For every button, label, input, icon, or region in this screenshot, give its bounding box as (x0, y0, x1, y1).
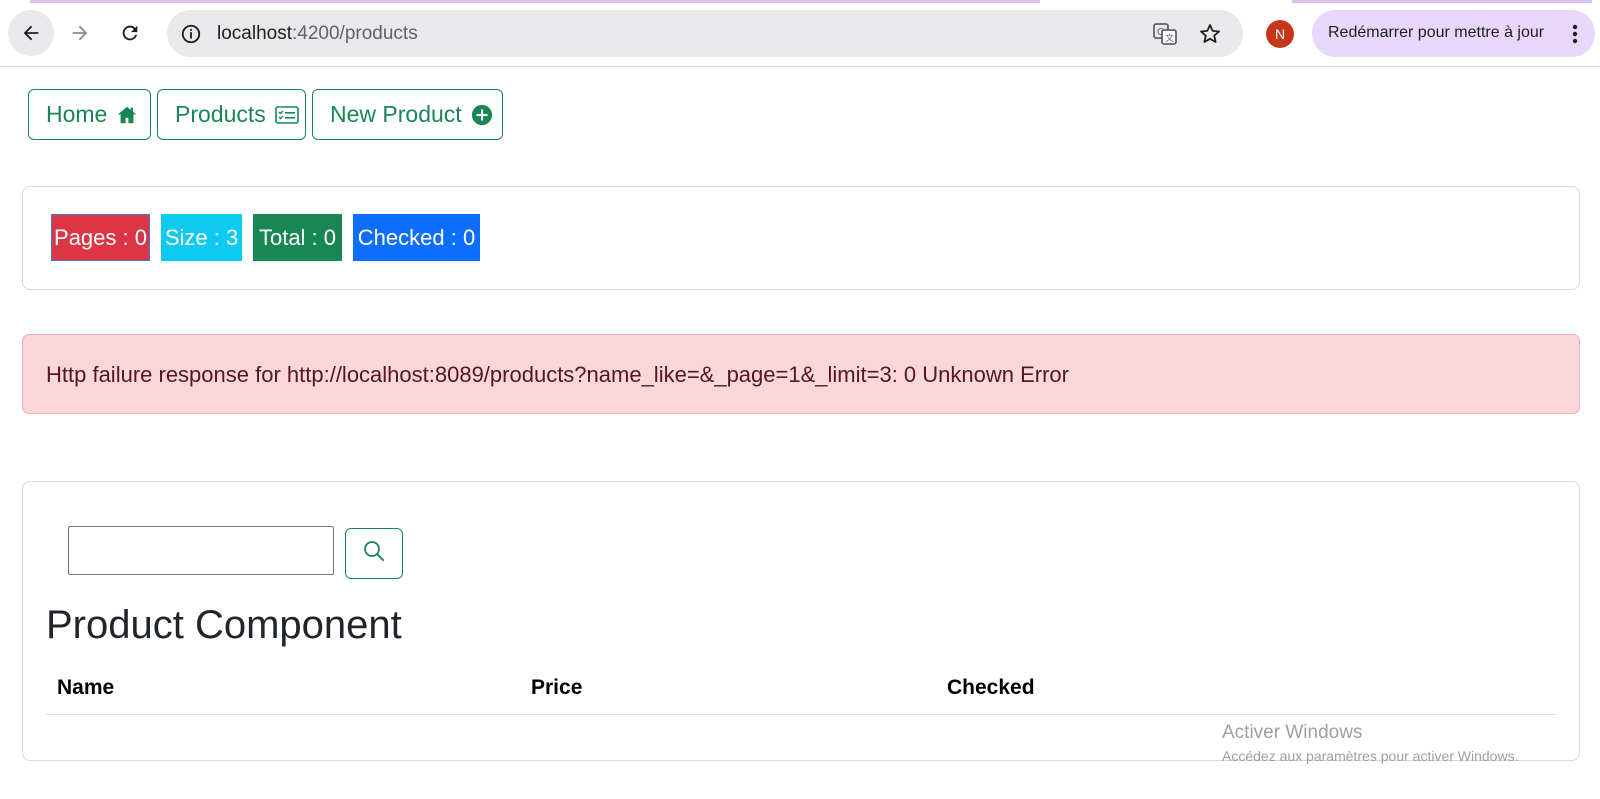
home-label: Home (46, 101, 108, 127)
card-checklist-icon (274, 105, 299, 125)
active-tab-accent (30, 0, 1040, 3)
windows-activation-watermark: Activer Windows Accédez aux paramètres p… (1222, 722, 1518, 764)
column-header-name: Name (57, 676, 115, 699)
update-button[interactable]: Redémarrer pour mettre à jour (1312, 10, 1595, 57)
reload-button[interactable] (107, 10, 153, 56)
error-message: Http failure response for http://localho… (46, 362, 1069, 387)
url-path: :4200/products (292, 23, 418, 44)
search-button[interactable] (345, 528, 403, 579)
forward-button[interactable] (57, 10, 103, 56)
reload-icon (122, 25, 138, 41)
svg-text:文: 文 (1165, 32, 1174, 43)
update-label: Redémarrer pour mettre à jour (1328, 24, 1545, 41)
watermark-title: Activer Windows (1222, 722, 1363, 743)
house-icon (116, 104, 138, 126)
table-header-divider (45, 714, 1557, 715)
tab-accent (1292, 0, 1592, 3)
arrow-right-icon (72, 25, 88, 41)
total-badge: Total : 0 (253, 214, 342, 261)
profile-avatar[interactable]: N (1266, 20, 1294, 48)
new-product-button[interactable]: New Product (312, 89, 503, 140)
back-button[interactable] (8, 10, 54, 56)
new-product-label: New Product (330, 101, 462, 127)
info-icon[interactable] (179, 22, 203, 46)
products-label: Products (175, 101, 266, 127)
page-title: Product Component (46, 603, 402, 647)
url-text: localhost:4200/products (217, 23, 418, 45)
search-icon (362, 539, 386, 568)
browser-toolbar: localhost:4200/products G文 N Redémarrer … (0, 0, 1600, 67)
plus-circle-icon (471, 104, 493, 126)
size-badge: Size : 3 (161, 214, 242, 261)
translate-icon[interactable]: G文 (1152, 21, 1178, 47)
url-host: localhost (217, 23, 292, 44)
pages-badge: Pages : 0 (51, 214, 150, 261)
products-button[interactable]: Products (157, 89, 306, 140)
column-header-price: Price (531, 676, 583, 699)
watermark-subtitle: Accédez aux paramètres pour activer Wind… (1222, 748, 1519, 764)
checked-badge: Checked : 0 (353, 214, 480, 261)
star-icon[interactable] (1197, 21, 1223, 47)
search-input[interactable] (68, 526, 334, 575)
home-button[interactable]: Home (28, 89, 151, 140)
address-bar[interactable]: localhost:4200/products G文 (167, 10, 1243, 57)
kebab-menu-icon[interactable] (1565, 22, 1585, 46)
column-header-checked: Checked (947, 676, 1035, 699)
arrow-left-icon (23, 25, 39, 41)
error-alert: Http failure response for http://localho… (22, 334, 1580, 414)
